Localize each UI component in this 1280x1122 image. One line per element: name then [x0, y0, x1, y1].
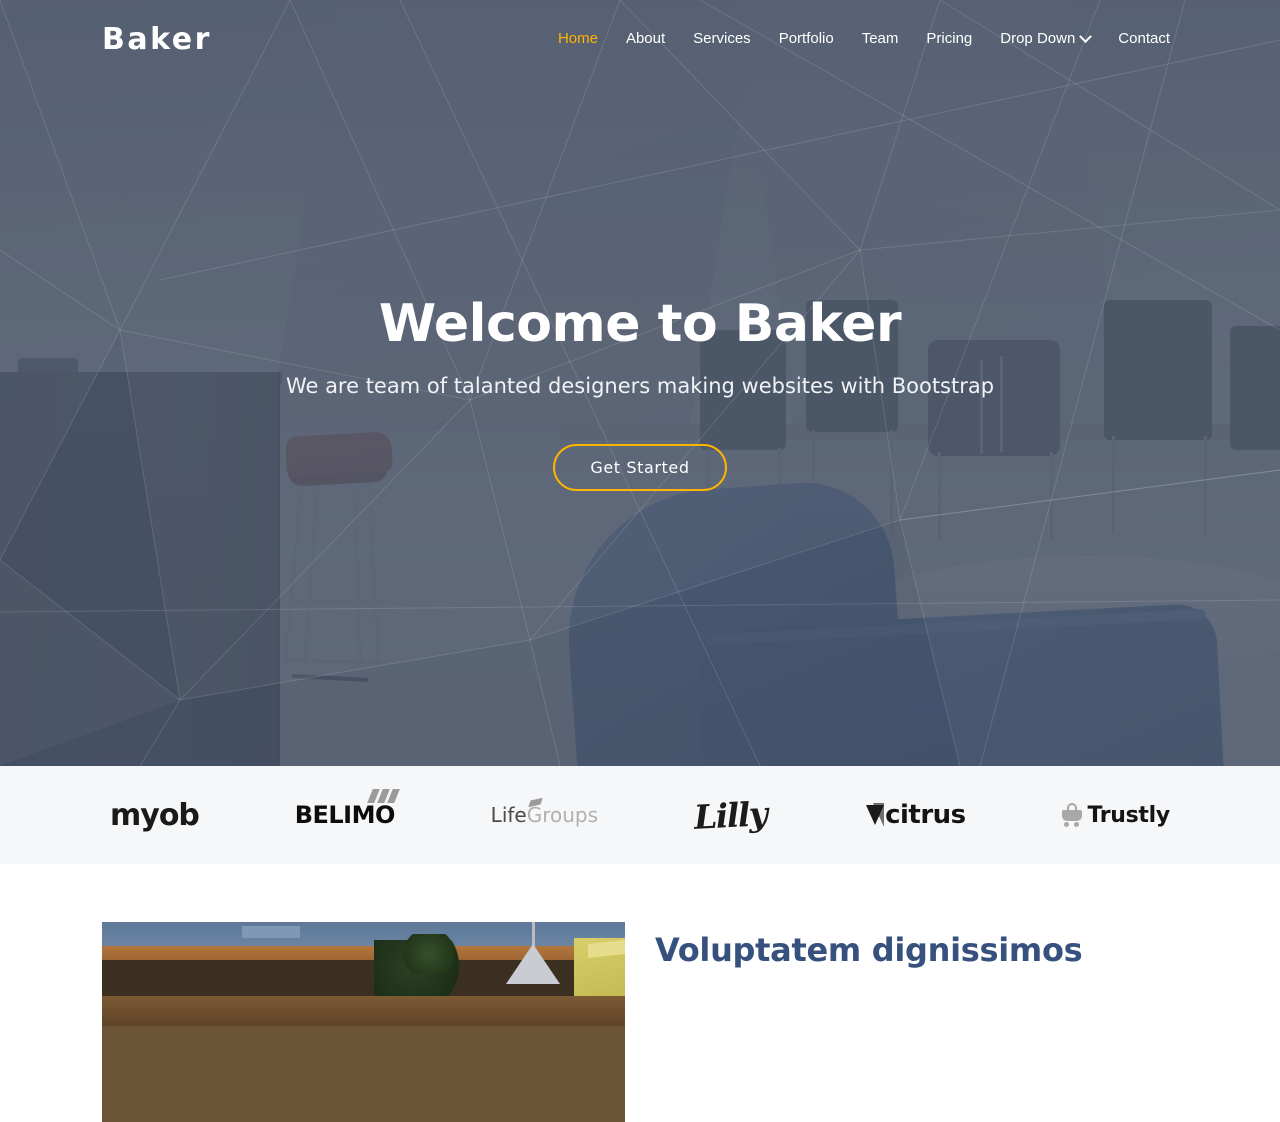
- myob-logo-text: myob: [110, 797, 200, 833]
- nav-item-pricing[interactable]: Pricing: [912, 28, 986, 50]
- nav-label: Team: [861, 30, 899, 47]
- nav-label: Services: [693, 30, 751, 47]
- client-logo-lilly[interactable]: Lilly: [692, 787, 768, 843]
- nav-item-services[interactable]: Services: [679, 28, 765, 50]
- about-image: [102, 922, 625, 1122]
- hero-title: Welcome to Baker: [378, 293, 902, 354]
- chevron-down-icon: [1079, 29, 1093, 43]
- trustly-logo-text: Trustly: [1087, 802, 1170, 828]
- nav-label: Pricing: [926, 30, 973, 47]
- client-logo-myob[interactable]: myob: [110, 787, 200, 843]
- nav-item-team[interactable]: Team: [848, 28, 913, 50]
- client-logo-belimo[interactable]: BELIMO: [294, 787, 400, 843]
- nav-label: About: [625, 30, 666, 47]
- site-header: Baker Home About Services Portfolio Team…: [0, 0, 1280, 80]
- nav-label: Contact: [1118, 30, 1170, 47]
- nav-item-portfolio[interactable]: Portfolio: [765, 28, 848, 50]
- shopping-cart-lock-icon: [1061, 803, 1083, 827]
- clients-logo-row: myob BELIMO LifeGroups Lilly citrus Trus…: [70, 787, 1210, 843]
- belimo-logo-text: BELIMO: [294, 801, 396, 829]
- nav-label: Home: [557, 30, 598, 47]
- lifegroups-logo-part2: Groups: [526, 803, 599, 827]
- hero-subtitle: We are team of talanted designers making…: [285, 373, 995, 398]
- nav-item-about[interactable]: About: [612, 28, 679, 50]
- nav-label: Portfolio: [778, 30, 834, 47]
- client-logo-trustly[interactable]: Trustly: [1061, 787, 1170, 843]
- about-title: Voluptatem dignissimos: [655, 931, 1083, 969]
- hero-content: Welcome to Baker We are team of talanted…: [0, 0, 1280, 766]
- site-logo[interactable]: Baker: [102, 24, 212, 56]
- nav-item-home[interactable]: Home: [544, 28, 612, 50]
- nav-label: Drop Down: [1000, 30, 1076, 47]
- client-logo-lifegroups[interactable]: LifeGroups: [491, 787, 598, 843]
- citrus-logo-text: citrus: [885, 800, 966, 830]
- lifegroups-logo-part1: Life: [490, 803, 527, 827]
- nav-item-contact[interactable]: Contact: [1104, 28, 1184, 50]
- lilly-logo-text: Lilly: [692, 793, 768, 837]
- get-started-button[interactable]: Get Started: [553, 443, 727, 491]
- belimo-slash-icon: [367, 789, 400, 803]
- about-inner: Voluptatem dignissimos: [102, 922, 1178, 1122]
- clients-section: myob BELIMO LifeGroups Lilly citrus Trus…: [0, 766, 1280, 864]
- citrus-diamond-icon: [862, 803, 885, 827]
- nav-item-drop-down[interactable]: Drop Down: [986, 28, 1104, 50]
- main-navigation: Home About Services Portfolio Team Prici…: [544, 28, 1184, 50]
- about-section: Voluptatem dignissimos: [0, 864, 1280, 1122]
- hero-section: Baker Home About Services Portfolio Team…: [0, 0, 1280, 766]
- about-text-block: Voluptatem dignissimos: [655, 922, 1083, 1122]
- client-logo-citrus[interactable]: citrus: [862, 787, 966, 843]
